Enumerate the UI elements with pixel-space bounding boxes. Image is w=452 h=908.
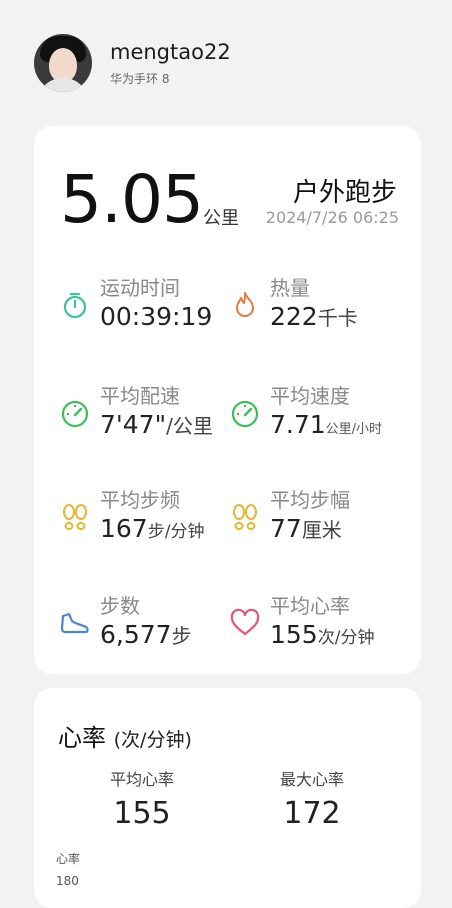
metric-avg-cadence: 平均步频 167步/分钟: [60, 484, 230, 550]
sport-type: 户外跑步: [292, 178, 397, 208]
heart-rate-card: 心率 (次/分钟) 平均心率 155 最大心率 172 心率 180: [34, 688, 421, 908]
username: mengtao22: [110, 40, 231, 64]
metric-label: 平均步频: [100, 488, 180, 512]
distance-value: 5.05: [60, 161, 204, 238]
metric-avg-speed: 平均速度 7.71公里/小时: [230, 380, 400, 446]
max-heart-rate-stat: 最大心率 172: [232, 766, 392, 831]
device-name: 华为手环 8: [110, 72, 170, 86]
footprints-icon: [63, 504, 87, 530]
metric-unit: /公里: [166, 414, 213, 438]
shoe-icon: [60, 612, 89, 634]
stopwatch-icon: [63, 292, 87, 319]
metric-value: 00:39:19: [100, 302, 213, 331]
metric-label: 平均心率: [270, 594, 350, 618]
metric-unit: 公里/小时: [325, 422, 383, 437]
metric-calories: 热量 222千卡: [230, 272, 400, 338]
flame-icon: [236, 292, 254, 317]
heart-rate-title: 心率 (次/分钟): [58, 718, 192, 753]
metric-avg-stride: 平均步幅 77厘米: [230, 484, 400, 550]
metric-unit: 步/分钟: [147, 522, 205, 542]
chart-axis-label: 心率: [56, 852, 81, 866]
speedometer-icon: [231, 400, 259, 428]
metric-value: 6,577: [100, 620, 172, 649]
footprints-icon: [233, 504, 257, 530]
metric-label: 平均配速: [100, 384, 180, 408]
heart-rate-title-text: 心率: [58, 724, 106, 752]
metric-avg-heart-rate: 平均心率 155次/分钟: [230, 590, 400, 656]
workout-datetime: 2024/7/26 06:25: [265, 208, 399, 227]
metric-value: 7'47": [100, 410, 167, 439]
metric-label: 平均步幅: [270, 488, 350, 512]
profile-header: mengtao22 华为手环 8: [34, 34, 434, 94]
speedometer-icon: [61, 400, 89, 428]
metric-unit: 步: [171, 624, 192, 648]
heart-rate-unit: (次/分钟): [113, 729, 192, 751]
metric-value: 222: [270, 302, 318, 331]
metric-value: 77: [270, 514, 302, 543]
metric-label: 平均速度: [270, 384, 350, 408]
metric-unit: 次/分钟: [317, 628, 375, 648]
max-heart-rate-value: 172: [283, 796, 341, 831]
avg-heart-rate-value: 155: [113, 796, 171, 831]
metric-avg-pace: 平均配速 7'47"/公里: [60, 380, 230, 446]
metric-label: 步数: [100, 594, 140, 618]
metric-duration: 运动时间 00:39:19: [60, 272, 230, 338]
heart-icon: [230, 608, 260, 636]
metric-unit: 千卡: [317, 306, 358, 330]
metric-label: 运动时间: [100, 276, 180, 300]
chart-axis-tick: 180: [56, 874, 79, 888]
metric-value: 167: [100, 514, 148, 543]
avg-heart-rate-stat: 平均心率 155: [62, 766, 222, 831]
metric-value: 155: [270, 620, 318, 649]
workout-summary-card: 5.05 公里 户外跑步 2024/7/26 06:25 运动时间 00:39:…: [34, 126, 421, 674]
metric-unit: 厘米: [301, 518, 342, 542]
metric-steps: 步数 6,577步: [60, 590, 230, 656]
avg-heart-rate-label: 平均心率: [109, 770, 174, 789]
metric-label: 热量: [270, 276, 310, 300]
max-heart-rate-label: 最大心率: [279, 770, 344, 789]
metric-value: 7.71: [270, 410, 326, 439]
avatar[interactable]: [34, 34, 92, 92]
distance-unit: 公里: [203, 208, 239, 229]
